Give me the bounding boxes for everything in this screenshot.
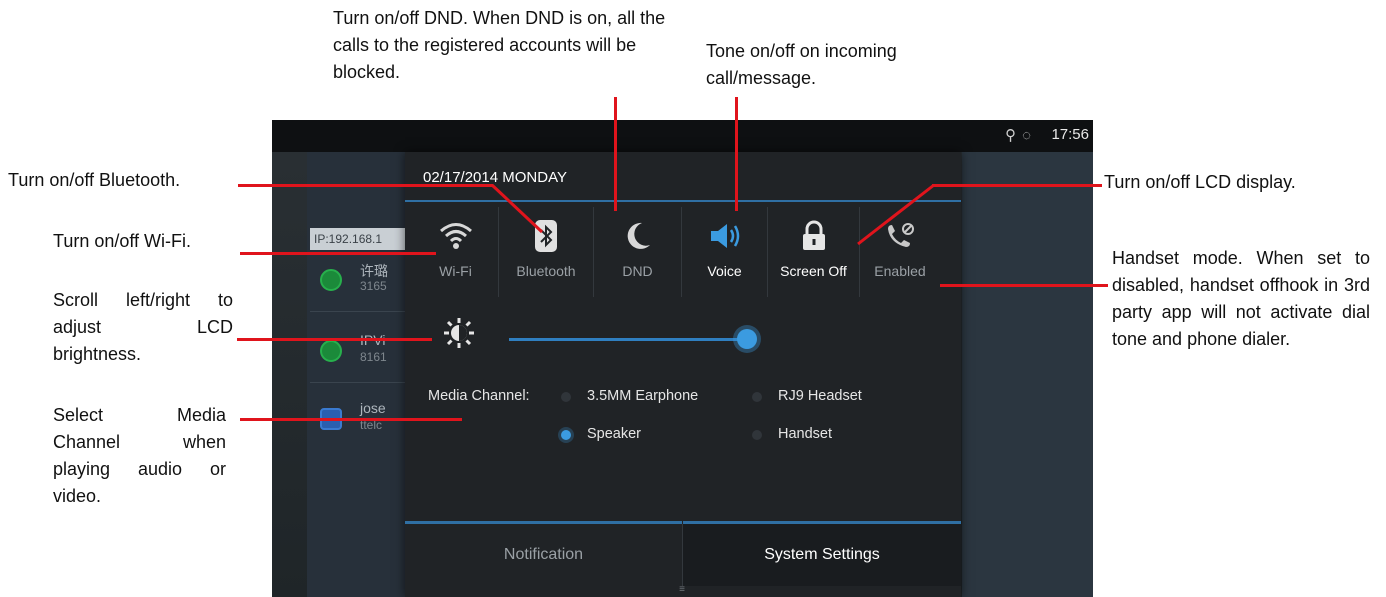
list-item[interactable]: IPVi 8161 <box>310 322 414 383</box>
callout-line-bluetooth <box>238 184 493 187</box>
annotation-bluetooth: Turn on/off Bluetooth. <box>8 170 181 190</box>
list-item[interactable]: 许璐 3165 <box>310 251 414 312</box>
brightness-icon <box>443 317 475 354</box>
avatar <box>320 340 342 362</box>
callout-line-lcd <box>932 184 1102 187</box>
tile-voice-label: Voice <box>707 263 742 279</box>
brightness-slider-track[interactable] <box>509 338 747 341</box>
option-speaker-label[interactable]: Speaker <box>587 426 641 442</box>
media-channel-label: Media Channel: <box>428 388 530 404</box>
contact-number: 3165 <box>360 279 387 293</box>
avatar <box>320 269 342 291</box>
status-time: 17:56 <box>1051 126 1089 143</box>
moon-icon <box>627 222 650 249</box>
lock-icon <box>802 220 825 250</box>
callout-line-lcd-diagonal <box>857 183 935 246</box>
tile-screen-off-label: Screen Off <box>780 263 847 279</box>
tile-dnd-label: DND <box>622 263 653 279</box>
callout-line-wifi <box>240 252 436 255</box>
tile-wifi-label: Wi-Fi <box>439 263 472 279</box>
tile-dnd[interactable]: DND <box>594 207 682 297</box>
status-icons: ⚲◌ <box>1005 126 1037 144</box>
annotation-lcd: Turn on/off LCD display. <box>1104 172 1296 192</box>
radio-speaker[interactable] <box>561 430 571 440</box>
callout-line-media <box>240 418 462 421</box>
callout-line-voice <box>735 97 738 211</box>
tab-system-settings[interactable]: System Settings <box>683 524 961 586</box>
annotation-voice: Tone on/off on incoming call/message. <box>706 41 897 88</box>
callout-line-dnd <box>614 97 617 211</box>
tile-screen-off[interactable]: Screen Off <box>768 207 860 297</box>
wifi-icon <box>439 223 472 249</box>
callout-line-handset <box>940 284 1108 287</box>
callout-line-brightness <box>237 338 432 341</box>
contact-name: 许璐 <box>360 263 388 279</box>
drag-handle-icon[interactable]: ≡ <box>670 585 694 595</box>
annotation-dnd: Turn on/off DND. When DND is on, all the… <box>333 8 666 82</box>
radio-handset[interactable] <box>752 430 762 440</box>
tile-bluetooth-label: Bluetooth <box>516 263 576 279</box>
ip-address-label: IP:192.168.1 <box>310 228 410 250</box>
tile-voice[interactable]: Voice <box>682 207 768 297</box>
sync-icon: ◌ <box>1022 127 1037 144</box>
speaker-icon <box>710 224 739 248</box>
contact-number: 8161 <box>360 350 387 364</box>
callout-line-bluetooth-diagonal <box>490 183 544 234</box>
option-handset-label[interactable]: Handset <box>778 426 832 442</box>
device-screen: ⚲◌ 17:56 IP:192.168.1 许璐 3165 IPVi 8161 … <box>272 120 1093 597</box>
option-rj9-headset-label[interactable]: RJ9 Headset <box>778 388 862 404</box>
contact-name: jose <box>360 400 386 416</box>
annotation-brightness: Scroll left/right to adjust LCD brightne… <box>53 290 233 364</box>
radio-earphone[interactable] <box>561 392 571 402</box>
option-earphone-label[interactable]: 3.5MM Earphone <box>587 388 698 404</box>
radio-rj9-headset[interactable] <box>752 392 762 402</box>
tab-notification[interactable]: Notification <box>405 524 682 586</box>
annotation-handset: Handset mode. When set to disabled, hand… <box>1112 248 1370 349</box>
annotation-media: Select Media Channel when playing audio … <box>53 405 226 506</box>
brightness-slider-thumb[interactable] <box>737 329 757 349</box>
tile-handset-mode-label: Enabled <box>874 263 926 279</box>
usb-icon: ⚲ <box>1005 127 1023 144</box>
status-bar: ⚲◌ 17:56 <box>272 120 1093 152</box>
background-app-right <box>962 152 1093 597</box>
annotation-wifi: Turn on/off Wi-Fi. <box>53 231 192 251</box>
